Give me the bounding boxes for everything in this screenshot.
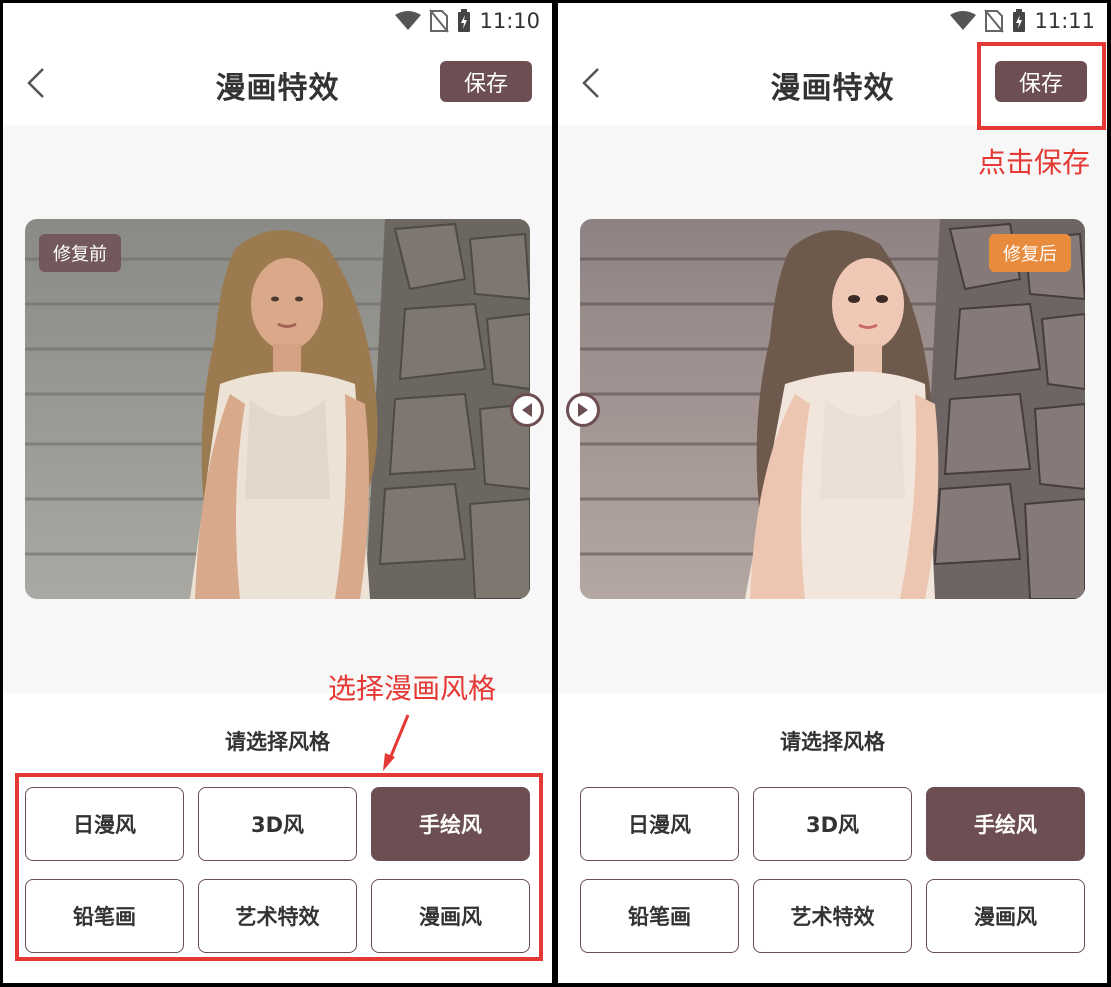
- preview-area: 修复后: [558, 125, 1107, 693]
- portrait-photo: [25, 219, 530, 599]
- save-highlight-box: [977, 42, 1106, 130]
- status-time: 11:11: [1034, 9, 1095, 33]
- header: 漫画特效 保存: [3, 53, 552, 113]
- battery-charging-icon: [1013, 9, 1026, 32]
- wifi-icon: [395, 11, 422, 30]
- before-badge: 修复前: [39, 234, 121, 272]
- style-option-japanese[interactable]: 日漫风: [580, 787, 739, 861]
- style-section-label: 请选择风格: [780, 730, 885, 754]
- style-option-handdrawn[interactable]: 手绘风: [926, 787, 1085, 861]
- battery-charging-icon: [458, 9, 471, 32]
- style-option-comic[interactable]: 漫画风: [926, 879, 1085, 953]
- status-bar: 11:10: [3, 3, 552, 41]
- annotation-select-style: 选择漫画风格: [328, 672, 497, 705]
- style-option-pencil[interactable]: 铅笔画: [580, 879, 739, 953]
- compare-slider-handle[interactable]: [510, 393, 544, 427]
- style-grid: 日漫风 3D风 手绘风 铅笔画 艺术特效 漫画风: [580, 787, 1086, 957]
- wifi-icon: [950, 11, 977, 30]
- screen-after: 11:11 漫画特效 保存 修复后 请选择风格 日漫风 3D风 手绘风 铅笔画 …: [558, 3, 1107, 983]
- no-sim-icon: [429, 9, 450, 33]
- annotation-arrow-icon: [383, 714, 410, 771]
- compare-slider-handle[interactable]: [566, 393, 600, 427]
- style-highlight-box: [15, 773, 543, 961]
- status-time: 11:10: [479, 9, 540, 33]
- save-button[interactable]: 保存: [440, 61, 532, 102]
- style-option-3d[interactable]: 3D风: [753, 787, 912, 861]
- slider-handle-icon: [578, 403, 588, 417]
- screen-before: 11:10 漫画特效 保存 修复前 请选择风格 日漫风 3D风 手绘风 铅笔画 …: [3, 3, 552, 983]
- status-bar: 11:11: [558, 3, 1107, 41]
- style-section-label: 请选择风格: [225, 730, 330, 754]
- photo-preview: 修复后: [580, 219, 1085, 599]
- annotation-click-save: 点击保存: [978, 146, 1091, 179]
- preview-area: 修复前: [3, 125, 552, 693]
- after-badge: 修复后: [989, 234, 1071, 272]
- photo-preview: 修复前: [25, 219, 530, 599]
- no-sim-icon: [984, 9, 1005, 33]
- portrait-photo-cartoon: [580, 219, 1085, 599]
- slider-handle-icon: [522, 403, 532, 417]
- style-option-art-effect[interactable]: 艺术特效: [753, 879, 912, 953]
